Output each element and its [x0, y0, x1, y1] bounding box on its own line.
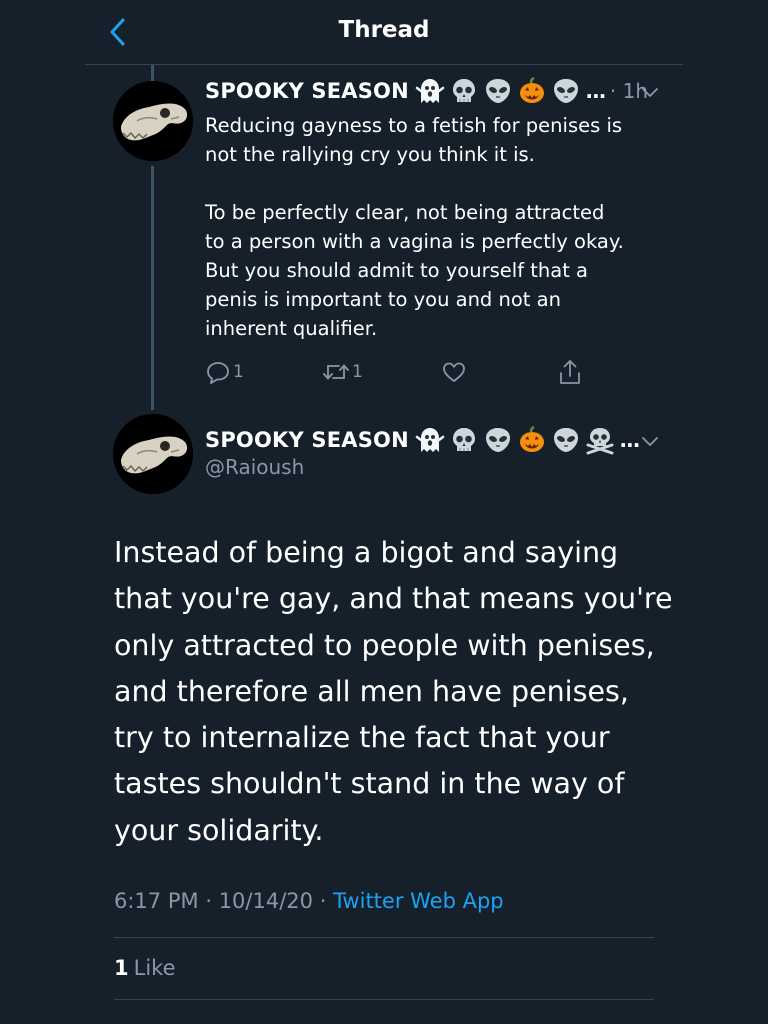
thread-screen: Thread SPOOKY SEASON … · 1h Reducing gay… [0, 0, 768, 1024]
divider [114, 937, 654, 938]
alien-icon [485, 79, 510, 103]
ghost-icon [415, 79, 445, 103]
display-name[interactable]: SPOOKY SEASON [205, 428, 409, 452]
like-button[interactable] [441, 356, 467, 388]
retweet-icon [323, 364, 349, 380]
skull-avatar-image [113, 414, 193, 494]
likes-count: 1 [114, 956, 129, 980]
heart-icon [443, 362, 465, 382]
meta-separator: · [205, 889, 212, 913]
retweet-button[interactable]: 1 [322, 356, 363, 388]
name-truncation: … [585, 79, 606, 103]
avatar[interactable] [113, 414, 193, 494]
alien-icon [485, 428, 510, 452]
skull-icon [452, 79, 475, 102]
username-handle[interactable]: @Raioush [205, 455, 304, 479]
share-button[interactable] [557, 356, 583, 388]
tweet-time: 6:17 PM [114, 889, 199, 913]
tweet-metadata: 6:17 PM · 10/14/20 · Twitter Web App [114, 889, 504, 913]
reply-count: 1 [233, 362, 244, 382]
emoji-list [415, 76, 585, 106]
tweet-text: Reducing gayness to a fetish for penises… [205, 114, 624, 340]
tweet-date: 10/14/20 [218, 889, 314, 913]
top-bar: Thread [0, 0, 768, 64]
jack-o-lantern-icon [519, 76, 544, 103]
display-name[interactable]: SPOOKY SEASON [205, 79, 409, 103]
alien-icon [553, 428, 578, 452]
skull-avatar-image [113, 81, 193, 161]
alien-icon [553, 79, 578, 103]
emoji-list [415, 425, 619, 455]
header-divider [85, 64, 683, 65]
reply-button[interactable]: 1 [205, 356, 244, 388]
source-link[interactable]: Twitter Web App [333, 889, 504, 913]
meta-separator: · [319, 889, 327, 913]
retweet-count: 1 [352, 362, 363, 382]
thread-line-top [151, 65, 154, 82]
tweet-header: SPOOKY SEASON [205, 425, 640, 455]
chevron-down-icon[interactable] [638, 429, 662, 453]
avatar[interactable] [113, 81, 193, 161]
tweet-text: Instead of being a bigot and saying that… [114, 536, 673, 847]
reply-icon [207, 362, 229, 384]
skull-and-crossbones-icon [586, 428, 614, 455]
name-truncation: … [619, 428, 640, 452]
share-icon [560, 360, 580, 384]
chevron-down-icon[interactable] [638, 80, 662, 104]
tweet-header: SPOOKY SEASON [205, 76, 648, 106]
tweet-actions: 1 1 [205, 356, 605, 388]
divider [114, 999, 654, 1000]
page-title: Thread [338, 17, 430, 43]
thread-line [151, 166, 154, 410]
skull-icon [452, 428, 475, 451]
ghost-icon [415, 428, 445, 452]
jack-o-lantern-icon [519, 425, 544, 452]
likes-label: Like [133, 956, 176, 980]
likes-summary[interactable]: 1 Like [114, 956, 176, 980]
